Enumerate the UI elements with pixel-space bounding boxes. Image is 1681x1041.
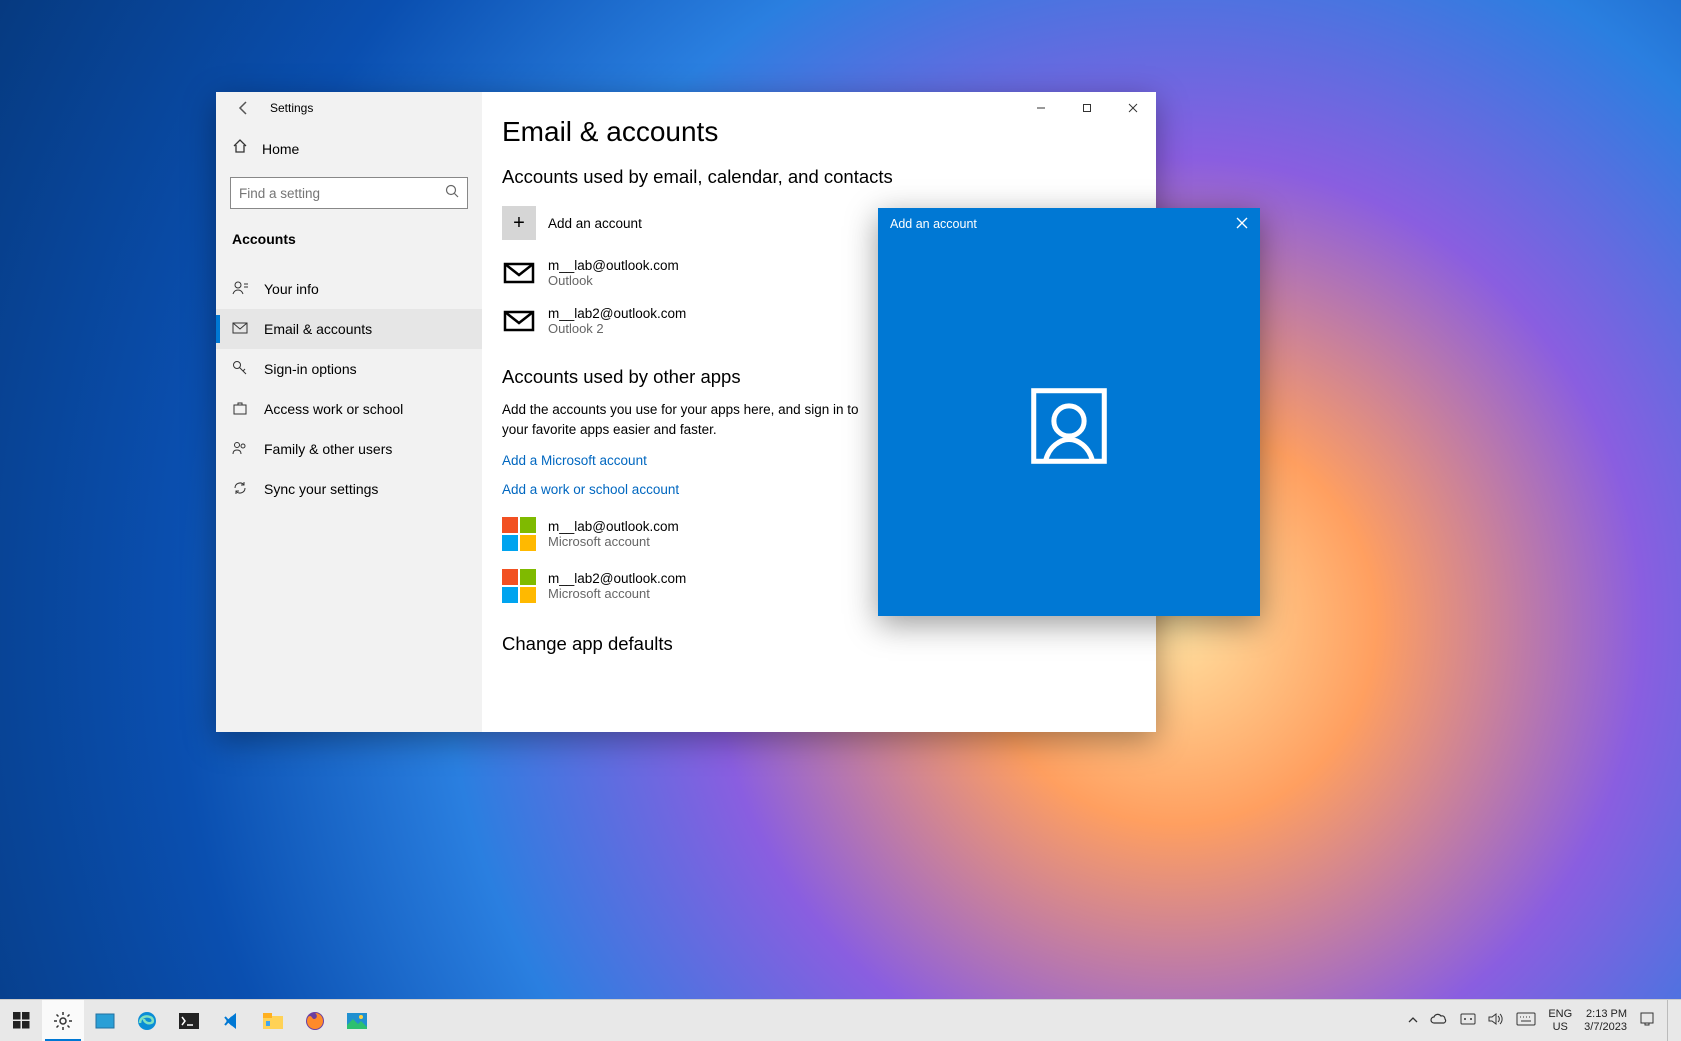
lang-primary: ENG	[1548, 1008, 1572, 1020]
nav-label: Family & other users	[264, 441, 392, 457]
dialog-close-button[interactable]	[1236, 216, 1248, 232]
nav-item-family[interactable]: Family & other users	[216, 429, 482, 469]
minimize-button[interactable]	[1018, 92, 1064, 124]
account-sub: Outlook	[548, 273, 679, 288]
search-input[interactable]	[239, 186, 445, 201]
close-button[interactable]	[1110, 92, 1156, 124]
back-button[interactable]	[224, 92, 264, 124]
tray-language[interactable]: ENG US	[1548, 1008, 1572, 1032]
account-email: m__lab2@outlook.com	[548, 306, 686, 321]
nav-list: Your info Email & accounts Sign-in optio…	[216, 269, 482, 509]
taskbar-tray: ENG US 2:13 PM 3/7/2023	[1402, 1000, 1681, 1041]
sync-icon	[232, 480, 250, 499]
search-box[interactable]	[230, 177, 468, 209]
tray-overflow-icon[interactable]	[1408, 1013, 1418, 1028]
people-icon	[232, 440, 250, 459]
account-sub: Microsoft account	[548, 534, 679, 549]
clock-time: 2:13 PM	[1584, 1008, 1627, 1020]
taskbar-vscode-button[interactable]	[210, 1000, 252, 1041]
tray-keyboard-icon[interactable]	[1516, 1012, 1536, 1029]
account-email: m__lab@outlook.com	[548, 519, 679, 534]
nav-label: Access work or school	[264, 401, 403, 417]
nav-label: Sync your settings	[264, 481, 378, 497]
titlebar: Settings	[216, 92, 482, 124]
taskbar-firefox-button[interactable]	[294, 1000, 336, 1041]
nav-item-sign-in[interactable]: Sign-in options	[216, 349, 482, 389]
account-sub: Outlook 2	[548, 321, 686, 336]
nav-item-email-accounts[interactable]: Email & accounts	[216, 309, 482, 349]
account-email: m__lab@outlook.com	[548, 258, 679, 273]
nav-item-sync[interactable]: Sync your settings	[216, 469, 482, 509]
taskbar-photos-button[interactable]	[336, 1000, 378, 1041]
taskbar-terminal-button[interactable]	[168, 1000, 210, 1041]
search-icon	[445, 184, 459, 203]
taskbar-left	[0, 1000, 378, 1041]
nav-item-work-school[interactable]: Access work or school	[216, 389, 482, 429]
home-button[interactable]: Home	[216, 124, 482, 173]
section-body-apps: Add the accounts you use for your apps h…	[502, 400, 862, 439]
microsoft-logo-icon	[502, 517, 536, 551]
dialog-body	[878, 240, 1260, 616]
add-account-dialog: Add an account	[878, 208, 1260, 616]
maximize-button[interactable]	[1064, 92, 1110, 124]
sidebar-category: Accounts	[216, 219, 482, 259]
sidebar: Settings Home Accounts	[216, 92, 482, 732]
key-icon	[232, 360, 250, 379]
taskbar-edge-button[interactable]	[126, 1000, 168, 1041]
show-desktop-button[interactable]	[1667, 1000, 1675, 1041]
briefcase-icon	[232, 400, 250, 419]
person-icon	[232, 280, 250, 299]
tray-clock[interactable]: 2:13 PM 3/7/2023	[1584, 1008, 1627, 1032]
taskbar: ENG US 2:13 PM 3/7/2023	[0, 999, 1681, 1041]
account-sub: Microsoft account	[548, 586, 686, 601]
microsoft-logo-icon	[502, 569, 536, 603]
clock-date: 3/7/2023	[1584, 1021, 1627, 1033]
plus-icon: +	[502, 206, 536, 240]
mail-icon	[232, 320, 250, 339]
dialog-titlebar: Add an account	[878, 208, 1260, 240]
start-button[interactable]	[0, 1000, 42, 1041]
account-person-icon	[1027, 384, 1111, 473]
nav-label: Sign-in options	[264, 361, 357, 377]
window-title: Settings	[270, 101, 313, 115]
tray-notifications-icon[interactable]	[1639, 1011, 1655, 1030]
nav-item-your-info[interactable]: Your info	[216, 269, 482, 309]
dialog-title: Add an account	[890, 217, 977, 231]
taskbar-settings-button[interactable]	[42, 1000, 84, 1041]
add-account-label: Add an account	[548, 216, 642, 231]
nav-label: Your info	[264, 281, 319, 297]
taskbar-app-button[interactable]	[84, 1000, 126, 1041]
account-email: m__lab2@outlook.com	[548, 571, 686, 586]
envelope-icon	[502, 261, 536, 285]
nav-label: Email & accounts	[264, 321, 372, 337]
lang-secondary: US	[1548, 1021, 1572, 1033]
taskbar-explorer-button[interactable]	[252, 1000, 294, 1041]
window-controls	[1018, 92, 1156, 124]
section-title-defaults: Change app defaults	[502, 633, 1116, 655]
home-icon	[232, 138, 248, 159]
tray-onedrive-icon[interactable]	[1430, 1013, 1448, 1028]
tray-volume-icon[interactable]	[1488, 1012, 1504, 1029]
section-title-mail: Accounts used by email, calendar, and co…	[502, 166, 1116, 188]
envelope-icon	[502, 309, 536, 333]
home-label: Home	[262, 141, 299, 157]
desktop: Settings Home Accounts	[0, 0, 1681, 1041]
tray-meet-icon[interactable]	[1460, 1012, 1476, 1029]
